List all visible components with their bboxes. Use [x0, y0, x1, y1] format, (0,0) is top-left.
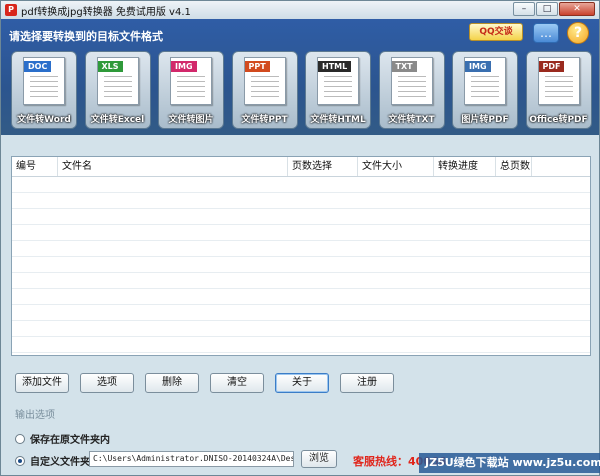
tile-to-word[interactable]: DOC 文件转Word: [11, 51, 77, 129]
tile-office-to-pdf[interactable]: PDF Office转PDF: [525, 51, 592, 129]
col-filename[interactable]: 文件名: [58, 157, 288, 176]
output-path-field[interactable]: C:\Users\Administrator.DNISO-20140324A\D…: [89, 451, 294, 467]
options-button[interactable]: 选项: [80, 373, 134, 393]
tile-label: 文件转图片: [168, 115, 214, 125]
tile-label: 文件转TXT: [388, 115, 435, 125]
word-doc-icon: DOC: [23, 57, 65, 105]
tile-to-txt[interactable]: TXT 文件转TXT: [378, 51, 445, 129]
app-logo-icon: P: [5, 4, 17, 16]
table-header: 编号 文件名 页数选择 文件大小 转换进度 总页数: [12, 157, 590, 177]
col-file-size[interactable]: 文件大小: [358, 157, 434, 176]
radio-custom-folder[interactable]: [15, 455, 25, 466]
browse-button[interactable]: 浏览: [301, 450, 337, 468]
action-buttons: 添加文件 选项 删除 清空 关于 注册: [15, 373, 405, 393]
tile-label: 文件转HTML: [310, 115, 366, 125]
pdf-doc-icon: PDF: [537, 57, 580, 105]
format-banner: 请选择要转换到的目标文件格式 QQ交谈 … ? DOC 文件转Word XLS …: [1, 19, 599, 135]
custom-folder-label: 自定义文件夹: [30, 457, 90, 468]
tile-to-ppt[interactable]: PPT 文件转PPT: [231, 51, 298, 129]
table-body[interactable]: [12, 177, 590, 355]
register-button[interactable]: 注册: [340, 373, 394, 393]
keep-original-option[interactable]: 保存在原文件夹内: [15, 431, 110, 446]
output-section-label: 输出选项: [15, 410, 55, 421]
html-globe-icon: HTML: [317, 57, 359, 105]
tile-label: 文件转Excel: [90, 115, 145, 125]
image-check-icon: IMG: [170, 57, 212, 105]
about-button[interactable]: 关于: [275, 373, 329, 393]
site-watermark: JZ5U绿色下载站 www.jz5u.com: [419, 453, 600, 473]
delete-button[interactable]: 删除: [145, 373, 199, 393]
window-title: pdf转换成jpg转换器 免费试用版 v4.1: [21, 6, 191, 18]
add-file-button[interactable]: 添加文件: [15, 373, 69, 393]
col-progress[interactable]: 转换进度: [434, 157, 496, 176]
qq-chat-button[interactable]: QQ交谈: [469, 23, 523, 41]
tile-label: 文件转PPT: [241, 115, 288, 125]
txt-pencil-icon: TXT: [390, 57, 433, 105]
help-icon[interactable]: ?: [567, 22, 589, 44]
minimize-button[interactable]: –: [513, 2, 535, 16]
maximize-button[interactable]: □: [536, 2, 558, 16]
excel-chart-icon: XLS: [96, 57, 139, 105]
tile-to-excel[interactable]: XLS 文件转Excel: [84, 51, 151, 129]
tile-label: 图片转PDF: [461, 115, 509, 125]
keep-original-label: 保存在原文件夹内: [30, 435, 110, 446]
message-icon[interactable]: …: [533, 23, 559, 43]
app-window: P pdf转换成jpg转换器 免费试用版 v4.1 – □ ✕ 请选择要转换到的…: [0, 0, 600, 476]
radio-keep-original[interactable]: [15, 433, 25, 444]
title-bar: P pdf转换成jpg转换器 免费试用版 v4.1 – □ ✕: [1, 1, 599, 19]
close-button[interactable]: ✕: [559, 2, 595, 16]
custom-folder-option[interactable]: 自定义文件夹: [15, 453, 90, 468]
landscape-image-icon: IMG: [464, 57, 506, 105]
tile-to-image[interactable]: IMG 文件转图片: [158, 51, 224, 129]
col-number[interactable]: 编号: [12, 157, 58, 176]
file-list-table[interactable]: 编号 文件名 页数选择 文件大小 转换进度 总页数: [11, 156, 591, 356]
tile-to-html[interactable]: HTML 文件转HTML: [305, 51, 371, 129]
format-tiles: DOC 文件转Word XLS 文件转Excel IMG 文件转图片 PPT 文…: [11, 51, 599, 129]
col-page-select[interactable]: 页数选择: [288, 157, 358, 176]
banner-heading: 请选择要转换到的目标文件格式: [9, 30, 163, 43]
tile-label: 文件转Word: [17, 115, 71, 125]
ppt-doc-icon: PPT: [243, 57, 286, 105]
clear-button[interactable]: 清空: [210, 373, 264, 393]
tile-image-to-pdf[interactable]: IMG 图片转PDF: [452, 51, 518, 129]
tile-label: Office转PDF: [529, 115, 588, 125]
col-total-pages[interactable]: 总页数: [496, 157, 532, 176]
